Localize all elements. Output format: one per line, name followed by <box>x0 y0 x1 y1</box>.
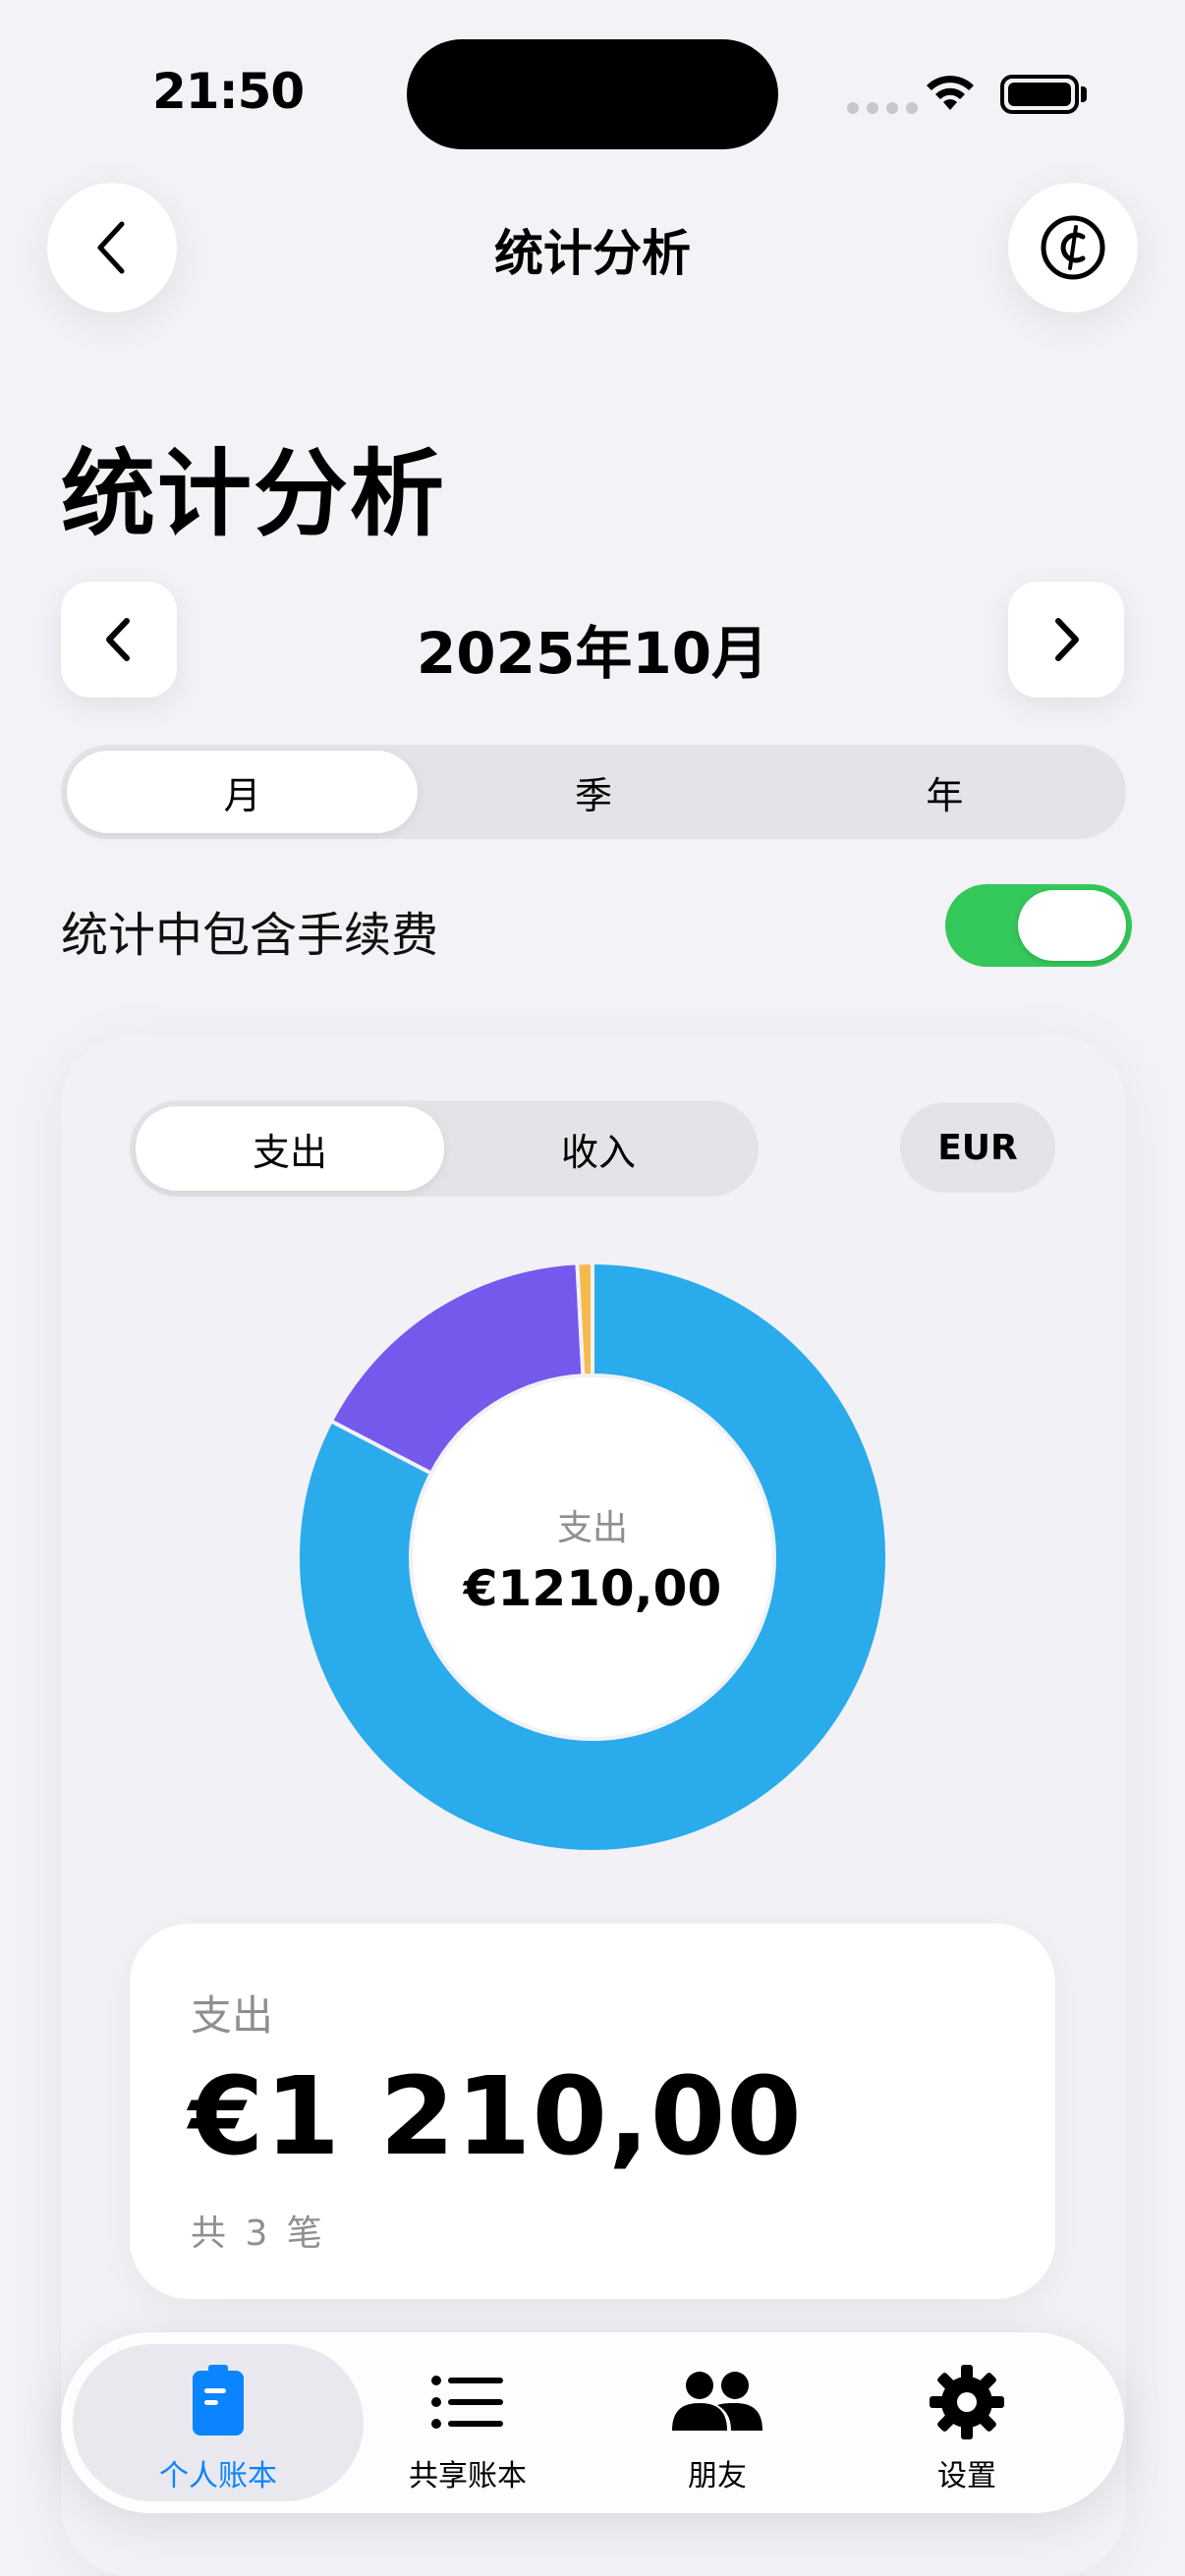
tab-personal-ledger[interactable]: 个人账本 <box>110 2363 326 2494</box>
next-period-button[interactable] <box>1008 582 1124 698</box>
ledger-icon <box>193 2365 244 2436</box>
cedi-sign-icon <box>1041 215 1105 280</box>
tab-label: 朋友 <box>688 2459 747 2493</box>
tab-label: 共享账本 <box>409 2459 527 2493</box>
donut-center-label: 支出 <box>556 1508 628 1548</box>
tab-label: 个人账本 <box>159 2459 277 2493</box>
tab-year[interactable]: 年 <box>769 751 1120 833</box>
friends-icon <box>672 2372 762 2431</box>
tab-label: 设置 <box>937 2459 996 2493</box>
tab-income[interactable]: 收入 <box>444 1106 753 1191</box>
include-fees-label: 统计中包含手续费 <box>61 908 439 963</box>
summary-count: 共 3 笔 <box>191 2213 326 2254</box>
chevron-right-icon <box>1055 618 1079 661</box>
page-title: 统计分析 <box>61 439 446 549</box>
include-fees-toggle[interactable] <box>945 884 1132 967</box>
type-segmented-control: 支出 收入 <box>130 1100 759 1197</box>
donut-center-value: €1210,00 <box>463 1560 722 1617</box>
currency-button[interactable] <box>1008 183 1138 312</box>
cellular-signal-icon <box>847 102 918 114</box>
battery-tip <box>1081 86 1087 102</box>
summary-label: 支出 <box>191 1991 274 2040</box>
donut-hole <box>413 1377 772 1737</box>
gear-icon <box>930 2365 1004 2439</box>
tab-settings[interactable]: 设置 <box>859 2363 1075 2494</box>
period-segmented-control: 月 季 年 <box>61 745 1126 839</box>
tab-expense[interactable]: 支出 <box>136 1106 444 1191</box>
battery-icon <box>1000 75 1079 114</box>
tab-month[interactable]: 月 <box>67 751 419 833</box>
tab-friends[interactable]: 朋友 <box>609 2363 825 2494</box>
list-icon <box>431 2376 503 2429</box>
donut-chart <box>296 1260 889 1854</box>
tab-quarter[interactable]: 季 <box>418 751 768 833</box>
currency-chip[interactable]: EUR <box>900 1102 1055 1193</box>
status-time: 21:50 <box>152 63 305 120</box>
summary-total: €1 210,00 <box>189 2053 803 2179</box>
dynamic-island <box>407 39 778 149</box>
toggle-knob <box>1018 890 1126 961</box>
wifi-icon <box>927 76 974 110</box>
tab-shared-ledger[interactable]: 共享账本 <box>360 2363 576 2494</box>
